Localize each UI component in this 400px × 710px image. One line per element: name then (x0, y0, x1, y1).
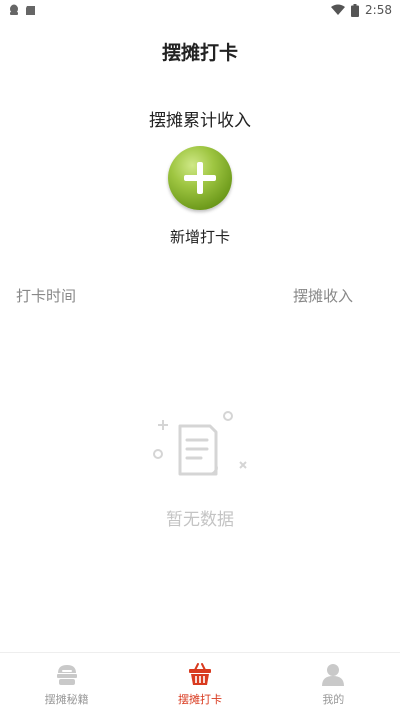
empty-document-icon (153, 411, 247, 476)
add-checkin-button[interactable] (168, 146, 232, 210)
sd-card-icon (26, 6, 35, 15)
basket-icon (188, 663, 211, 685)
qq-notification-icon (10, 4, 18, 15)
status-left-icons (8, 4, 37, 16)
status-right-icons: 2:58 (331, 3, 392, 17)
nav-label-stall-checkin: 摆摊打卡 (177, 693, 222, 706)
column-header-stall-income: 摆摊收入 (292, 287, 353, 305)
add-checkin-label[interactable]: 新增打卡 (0, 226, 400, 247)
bottom-nav: 摆摊秘籍 摆摊打卡 我的 (0, 652, 400, 710)
battery-icon (351, 3, 360, 17)
stall-tips-icon (56, 665, 77, 685)
column-header-checkin-time: 打卡时间 (16, 287, 77, 305)
nav-item-profile[interactable]: 我的 (267, 653, 400, 710)
nav-item-stall-tips[interactable]: 摆摊秘籍 (0, 653, 133, 710)
nav-label-stall-tips: 摆摊秘籍 (44, 693, 89, 706)
nav-label-profile: 我的 (322, 693, 345, 706)
profile-icon (322, 664, 345, 686)
empty-state-text: 暂无数据 (166, 510, 234, 530)
income-total-label: 摆摊累计收入 (149, 111, 251, 131)
nav-item-stall-checkin[interactable]: 摆摊打卡 (133, 653, 266, 710)
status-bar: 2:58 (0, 0, 400, 20)
app-page: 2:58 摆摊打卡 摆摊累计收入 新增打卡 打卡时间 摆摊收入 暂无数据 摆摊秘… (0, 0, 400, 710)
wifi-icon (331, 4, 346, 15)
status-time: 2:58 (365, 3, 392, 17)
page-title: 摆摊打卡 (161, 42, 238, 64)
